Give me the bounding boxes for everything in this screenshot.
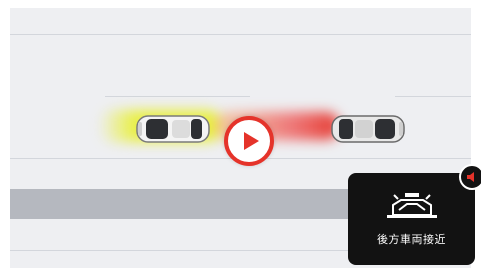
- play-icon: [244, 132, 259, 150]
- speaker-button[interactable]: [459, 164, 481, 190]
- speaker-icon: [467, 172, 474, 182]
- lane-line: [10, 34, 471, 35]
- rear-approach-alert-panel: 後方車両接近: [348, 173, 475, 265]
- ego-car: [136, 115, 210, 143]
- rear-vehicle-approach-icon: [386, 193, 437, 218]
- approaching-car: [331, 115, 405, 143]
- alert-label: 後方車両接近: [377, 233, 446, 246]
- lane-dash: [395, 96, 471, 97]
- blind-spot-demo-scene: 後方車両接近: [0, 0, 481, 275]
- play-button[interactable]: [224, 116, 274, 166]
- lane-dash: [105, 96, 250, 97]
